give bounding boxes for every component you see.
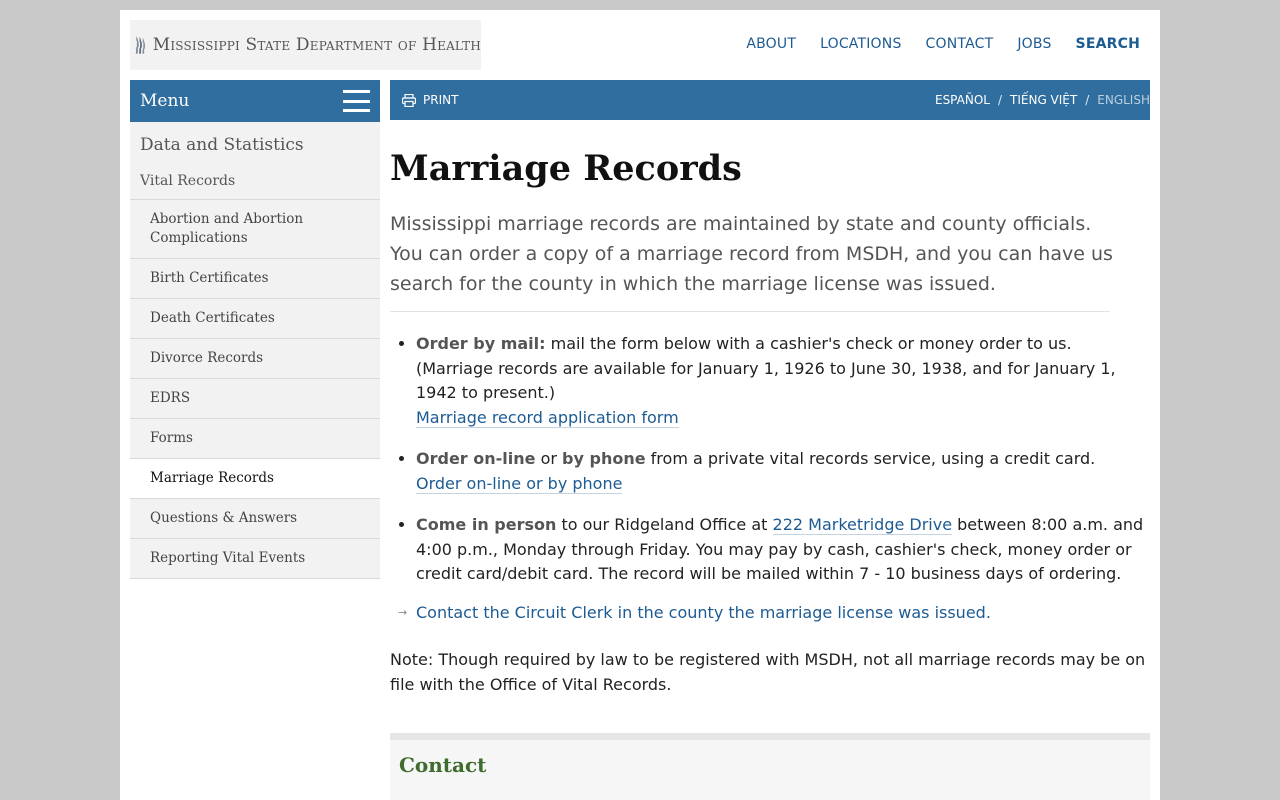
main-content: Marriage Records Mississippi marriage re… (390, 148, 1150, 800)
contact-heading: Contact (399, 752, 487, 777)
top-nav: ABOUT LOCATIONS CONTACT JOBS SEARCH (746, 36, 1140, 52)
site-logo[interactable]: Mississippi State Department of Health (130, 20, 481, 70)
come-in-person-text-1: to our Ridgeland Office at (556, 515, 773, 534)
sidebar: Data and Statistics Vital Records Aborti… (130, 122, 380, 579)
lang-separator: / (1085, 93, 1090, 107)
sidebar-item-abortion[interactable]: Abortion and Abortion Complications (130, 200, 380, 259)
nav-jobs[interactable]: JOBS (1017, 36, 1051, 52)
sidebar-item-questions-answers[interactable]: Questions & Answers (130, 499, 380, 539)
sidebar-subcategory[interactable]: Vital Records (130, 165, 380, 200)
page-title: Marriage Records (390, 148, 742, 189)
list-item-order-by-mail: Order by mail: mail the form below with … (416, 332, 1150, 430)
by-phone-label: by phone (562, 449, 646, 468)
logo-text: Mississippi State Department of Health (152, 35, 481, 55)
contact-box: Contact (390, 732, 1150, 800)
sidebar-item-marriage-records[interactable]: Marriage Records (130, 459, 380, 499)
or-text: or (535, 449, 563, 468)
sidebar-item-reporting-vital-events[interactable]: Reporting Vital Events (130, 539, 380, 579)
nav-contact[interactable]: CONTACT (926, 36, 994, 52)
list-item-order-online: Order on-line or by phone from a private… (416, 447, 1150, 496)
order-online-text: from a private vital records service, us… (645, 449, 1096, 468)
sidebar-item-forms[interactable]: Forms (130, 419, 380, 459)
list-item-come-in-person: Come in person to our Ridgeland Office a… (416, 513, 1150, 587)
hamburger-icon[interactable] (343, 90, 370, 112)
lang-english: ENGLISH (1097, 93, 1150, 107)
sidebar-item-edrs[interactable]: EDRS (130, 379, 380, 419)
lead-divider (390, 311, 1110, 312)
order-methods-list: Order by mail: mail the form below with … (390, 332, 1150, 587)
lang-espanol[interactable]: ESPAÑOL (935, 93, 990, 107)
sidebar-item-birth-certificates[interactable]: Birth Certificates (130, 259, 380, 299)
sidebar-item-divorce-records[interactable]: Divorce Records (130, 339, 380, 379)
menu-title: Menu (140, 91, 190, 111)
come-in-person-label: Come in person (416, 515, 557, 534)
print-button[interactable]: PRINT (402, 93, 458, 107)
circuit-clerk-row: → Contact the Circuit Clerk in the count… (398, 603, 1150, 622)
lang-separator: / (997, 93, 1003, 107)
nav-search[interactable]: SEARCH (1076, 36, 1140, 52)
note-paragraph: Note: Though required by law to be regis… (390, 649, 1146, 694)
arrow-right-icon: → (398, 605, 408, 619)
language-switcher: ESPAÑOL / TIẾNG VIỆT / ENGLISH (935, 93, 1150, 107)
marriage-application-form-link[interactable]: Marriage record application form (416, 407, 679, 428)
order-by-mail-label: Order by mail: (416, 334, 546, 353)
sidebar-menu-bar[interactable]: Menu (130, 80, 380, 122)
sidebar-item-death-certificates[interactable]: Death Certificates (130, 299, 380, 339)
office-address-link[interactable]: 222 Marketridge Drive (772, 515, 953, 535)
content-toolbar: PRINT ESPAÑOL / TIẾNG VIỆT / ENGLISH (390, 80, 1150, 120)
lang-tieng-viet[interactable]: TIẾNG VIỆT (1010, 93, 1077, 107)
print-label: PRINT (423, 93, 459, 107)
nav-about[interactable]: ABOUT (746, 36, 796, 52)
order-online-link[interactable]: Order on-line or by phone (416, 473, 623, 494)
lead-paragraph: Mississippi marriage records are maintai… (390, 213, 1113, 295)
circuit-clerk-link[interactable]: Contact the Circuit Clerk in the county … (416, 603, 991, 622)
order-online-label: Order on-line (416, 449, 536, 468)
printer-icon (402, 93, 416, 107)
page: Mississippi State Department of Health A… (120, 10, 1160, 800)
nav-locations[interactable]: LOCATIONS (820, 36, 901, 52)
mississippi-figures-logo-icon (135, 36, 146, 54)
sidebar-category[interactable]: Data and Statistics (130, 122, 380, 165)
